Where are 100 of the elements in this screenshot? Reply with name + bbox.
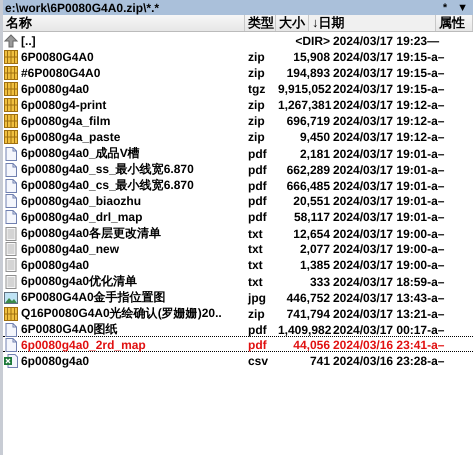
file-row[interactable]: 6p0080g4a0_2rd_map pdf 44,056 2024/03/16 23:41-a– [3,336,473,352]
file-date: 2024/03/17 19:00 [333,226,428,240]
path-bar-button[interactable]: ▼ [452,0,473,14]
archive-icon [3,49,19,65]
file-size: 1,267,381 [278,98,332,112]
file-name: 6p0080g4a0_new [21,242,120,256]
column-header[interactable]: 属性 [436,15,473,31]
path-bar-button[interactable]: * [438,0,452,14]
file-name: 6p0080g4a0_成品V槽 [21,145,140,162]
file-date: 2024/03/17 19:00 [333,242,428,256]
file-name: Q16P0080G4A0光绘确认(罗姗姗)20.. [21,305,222,322]
file-row[interactable]: 6p0080g4a0_new txt 2,077 2024/03/17 19:00-a– [3,240,473,256]
file-row[interactable]: 6p0080g4-print zip 1,267,3812024/03/17 19:12-a– [3,96,473,112]
file-name: [..] [21,34,36,48]
file-size: 666,485 [286,178,330,192]
text-file-icon [3,241,19,257]
file-name: 6p0080g4a0 [21,82,90,96]
file-row[interactable]: 6p0080g4a0_biaozhu pdf 20,551 2024/03/17 19:01-a– [3,192,473,208]
file-date: 2024/03/17 19:15 [333,50,428,64]
file-date: 2024/03/17 13:43 [333,290,428,304]
file-date: 2024/03/17 19:01 [333,194,428,208]
file-row[interactable]: 6p0080g4a0_ss_最小线宽6.870 pdf 662,289 2024/03/17 19:01-a– [3,160,473,176]
file-type: zip [248,130,265,144]
file-type: pdf [248,194,267,208]
text-file-icon [3,257,19,273]
file-type: pdf [248,338,267,352]
document-icon [3,322,19,338]
file-size: 1,385 [300,258,330,272]
file-attributes: -a– [427,114,444,128]
file-size: 15,908 [293,50,330,64]
file-attributes: -a– [427,98,444,112]
file-attributes: -a– [427,82,444,96]
column-header[interactable]: ↓日期 [309,15,436,31]
file-date: 2024/03/17 19:15 [333,82,428,96]
file-date: 2024/03/17 19:01 [333,146,428,160]
file-type: txt [248,274,263,288]
archive-icon [3,97,19,113]
file-type: zip [248,66,265,80]
file-size: 333 [310,274,330,288]
file-row[interactable]: [..] <DIR> 2024/03/17 19:23— [3,32,473,48]
file-size: 446,752 [286,290,330,304]
file-type: csv [248,354,268,368]
file-row[interactable]: Q16P0080G4A0光绘确认(罗姗姗)20.. zip 741,794 2024/03/17 13:21-a– [3,304,473,320]
file-name: 6p0080g4a_film [21,114,110,128]
file-size: 9,915,052 [278,82,332,96]
file-row[interactable]: 6p0080g4a0 txt 1,385 2024/03/17 19:00-a– [3,256,473,272]
file-type: txt [248,242,263,256]
file-attributes: -a– [427,338,444,352]
archive-icon [3,65,19,81]
file-name: #6P0080G4A0 [21,66,100,80]
file-type: txt [248,258,263,272]
file-row[interactable]: 6p0080g4a_film zip 696,719 2024/03/17 19:12-a– [3,112,473,128]
spreadsheet-icon [3,353,19,369]
column-header[interactable]: 类型 [245,15,276,31]
up-arrow-icon [3,33,19,49]
column-header[interactable]: 名称 [3,15,245,31]
archive-icon [3,129,19,145]
file-name: 6p0080g4a0 [21,354,90,368]
file-attributes: -a– [427,258,444,272]
file-type: pdf [248,322,267,336]
file-name: 6p0080g4a0_ss_最小线宽6.870 [21,161,194,178]
file-type: zip [248,50,265,64]
file-row[interactable]: 6p0080g4a0各层更改清单 txt 12,654 2024/03/17 19:00-a– [3,224,473,240]
archive-icon [3,81,19,97]
file-row[interactable]: 6p0080g4a0 csv 741 2024/03/16 23:28-a– [3,352,473,368]
file-type: zip [248,98,265,112]
file-size: 741,794 [286,306,330,320]
file-size: 696,719 [286,114,330,128]
document-icon [3,337,19,353]
file-size: 20,551 [293,194,330,208]
file-attributes: -a– [427,354,444,368]
file-row[interactable]: 6p0080g4a0 tgz 9,915,0522024/03/17 19:15-a– [3,80,473,96]
file-row[interactable]: #6P0080G4A0 zip 194,893 2024/03/17 19:15-a– [3,64,473,80]
document-icon [3,209,19,225]
file-attributes: -a– [427,50,444,64]
file-row[interactable]: 6p0080g4a_paste zip 9,450 2024/03/17 19:12-a– [3,128,473,144]
file-row[interactable]: 6P0080G4A0金手指位置图 jpg 446,752 2024/03/17 13:43-a– [3,288,473,304]
file-name: 6p0080g4a0_biaozhu [21,194,142,208]
file-attributes: -a– [427,194,444,208]
file-row[interactable]: 6p0080g4a0优化清单 txt 333 2024/03/17 18:59-a– [3,272,473,288]
file-name: 6p0080g4a0 [21,258,90,272]
file-attributes: -a– [427,322,444,336]
file-date: 2024/03/17 19:01 [333,210,428,224]
file-size: 741 [310,354,330,368]
file-row[interactable]: 6p0080g4a0_cs_最小线宽6.870 pdf 666,485 2024/03/17 19:01-a– [3,176,473,192]
file-type: tgz [248,82,266,96]
file-type: pdf [248,146,267,160]
file-size: 662,289 [286,162,330,176]
file-name: 6p0080g4-print [21,98,106,112]
file-date: 2024/03/17 19:23 [333,34,428,48]
file-date: 2024/03/17 19:12 [333,98,428,112]
document-icon [3,162,19,178]
file-row[interactable]: 6P0080G4A0 zip 15,908 2024/03/17 19:15-a– [3,48,473,64]
file-row[interactable]: 6p0080g4a0_成品V槽 pdf 2,181 2024/03/17 19:01-a– [3,144,473,160]
file-date: 2024/03/17 19:12 [333,114,428,128]
file-name: 6P0080G4A0 [21,50,94,64]
file-type: pdf [248,162,267,176]
file-row[interactable]: 6p0080g4a0_drl_map pdf 58,117 2024/03/17 19:01-a– [3,208,473,224]
file-attributes: -a– [427,162,444,176]
file-row[interactable]: 6P0080G4A0图纸 pdf 1,409,9822024/03/17 00:17-a– [3,320,473,336]
